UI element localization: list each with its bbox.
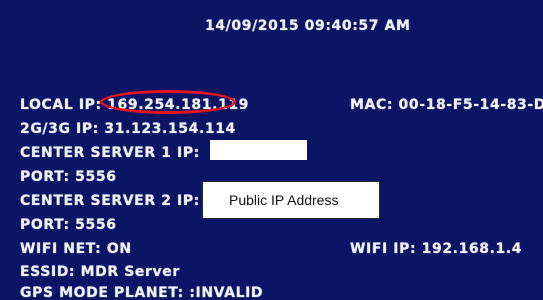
- center-server-1-row: CENTER SERVER 1 IP:: [20, 145, 200, 161]
- mobile-ip-row: 2G/3G IP: 31.123.154.114: [20, 121, 236, 137]
- redacted-server-1-box: [210, 140, 307, 160]
- callout-label: Public IP Address: [229, 192, 339, 208]
- datetime-display: 14/09/2015 09:40:57 AM: [205, 18, 411, 34]
- public-ip-callout: Public IP Address: [202, 181, 380, 219]
- mac-address: MAC: 00-18-F5-14-83-D2: [350, 97, 543, 113]
- wifi-ip: WIFI IP: 192.168.1.4: [350, 241, 523, 257]
- local-ip-highlight-ellipse: [100, 90, 236, 114]
- dvr-osd-screen: 14/09/2015 09:40:57 AM LOCAL IP: 169.254…: [0, 0, 543, 300]
- gps-mode-row: GPS MODE PLANET: :INVALID: [20, 285, 264, 300]
- wifi-net-row: WIFI NET: ON: [20, 241, 132, 257]
- essid-row: ESSID: MDR Server: [20, 264, 180, 280]
- port-2-row: PORT: 5556: [20, 217, 117, 233]
- center-server-2-row: CENTER SERVER 2 IP:: [20, 193, 200, 209]
- port-1-row: PORT: 5556: [20, 169, 117, 185]
